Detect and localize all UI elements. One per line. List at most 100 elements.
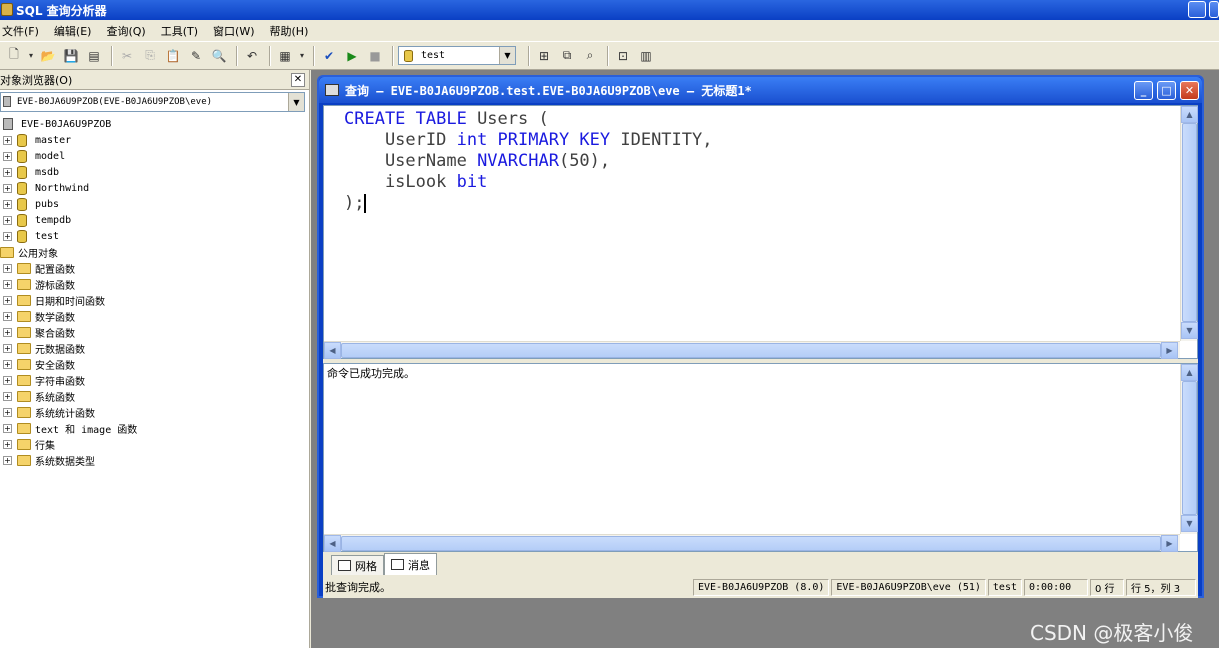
- menu-file[interactable]: 文件(F): [0, 23, 44, 39]
- tree-server-node[interactable]: EVE-B0JA6U9PZOB: [0, 116, 310, 132]
- menu-window[interactable]: 窗口(W): [211, 23, 259, 39]
- expand-icon[interactable]: +: [3, 423, 12, 433]
- tree-function-folder[interactable]: + 聚合函数: [0, 324, 310, 340]
- display-plan-icon[interactable]: ⊞: [534, 46, 554, 66]
- expand-icon[interactable]: +: [3, 263, 12, 273]
- maximize-button[interactable]: □: [1157, 81, 1176, 100]
- expand-icon[interactable]: +: [3, 295, 12, 305]
- expand-icon[interactable]: +: [3, 327, 12, 337]
- tree-function-folder[interactable]: + 字符串函数: [0, 372, 310, 388]
- tree-function-folder[interactable]: + 数学函数: [0, 308, 310, 324]
- tree-function-folder[interactable]: + 行集: [0, 436, 310, 452]
- scroll-thumb[interactable]: [1182, 381, 1197, 515]
- scroll-thumb[interactable]: [341, 536, 1161, 551]
- menu-tools[interactable]: 工具(T): [159, 23, 203, 39]
- paste-icon[interactable]: 📋: [163, 46, 183, 66]
- tree-function-folder[interactable]: + 日期和时间函数: [0, 292, 310, 308]
- close-button[interactable]: ✕: [1180, 81, 1199, 100]
- minimize-button[interactable]: [1188, 1, 1206, 18]
- expand-icon[interactable]: +: [3, 343, 12, 353]
- results-mode-icon[interactable]: ▦: [275, 46, 295, 66]
- undo-icon[interactable]: ↶: [242, 46, 262, 66]
- scroll-right-icon[interactable]: ▶: [1161, 535, 1178, 552]
- scroll-left-icon[interactable]: ◀: [324, 342, 341, 359]
- expand-icon[interactable]: +: [3, 135, 12, 145]
- sql-code[interactable]: CREATE TABLE Users ( UserID int PRIMARY …: [344, 109, 712, 214]
- chevron-down-icon[interactable]: ▾: [27, 46, 35, 66]
- expand-icon[interactable]: +: [3, 215, 12, 225]
- tree-db-northwind[interactable]: + Northwind: [0, 180, 310, 196]
- expand-icon[interactable]: +: [3, 391, 12, 401]
- database-icon: [17, 181, 27, 195]
- scroll-down-icon[interactable]: ▼: [1181, 515, 1198, 532]
- open-folder-icon[interactable]: 📂: [38, 46, 58, 66]
- clear-window-icon[interactable]: ✎: [186, 46, 206, 66]
- parse-query-icon[interactable]: ✔: [319, 46, 339, 66]
- tree-function-folder[interactable]: + 配置函数: [0, 260, 310, 276]
- expand-icon[interactable]: +: [3, 231, 12, 241]
- minimize-button[interactable]: _: [1134, 81, 1153, 100]
- tab-messages[interactable]: 消息: [384, 553, 437, 575]
- chevron-down-icon[interactable]: ▾: [298, 46, 306, 66]
- database-select[interactable]: test ▼: [398, 46, 516, 65]
- menu-help[interactable]: 帮助(H): [268, 23, 314, 39]
- scroll-right-icon[interactable]: ▶: [1161, 342, 1178, 359]
- find-icon[interactable]: 🔍: [209, 46, 229, 66]
- new-query-icon[interactable]: 🗋: [4, 46, 24, 66]
- insert-template-icon[interactable]: ▤: [84, 46, 104, 66]
- copy-icon[interactable]: ⎘: [140, 46, 160, 66]
- tree-function-folder[interactable]: + 安全函数: [0, 356, 310, 372]
- save-icon[interactable]: 💾: [61, 46, 81, 66]
- object-browser-icon[interactable]: ⊡: [613, 46, 633, 66]
- expand-icon[interactable]: +: [3, 199, 12, 209]
- expand-icon[interactable]: +: [3, 183, 12, 193]
- close-icon[interactable]: ✕: [291, 72, 305, 87]
- tab-grid[interactable]: 网格: [331, 555, 384, 575]
- tree-db-model[interactable]: + model: [0, 148, 310, 164]
- editor-horizontal-scrollbar[interactable]: ◀ ▶: [324, 341, 1180, 359]
- show-trace-icon[interactable]: ⧉: [557, 46, 577, 66]
- execute-icon[interactable]: ▶: [342, 46, 362, 66]
- results-horizontal-scrollbar[interactable]: ◀ ▶: [324, 534, 1180, 552]
- menu-edit[interactable]: 编辑(E): [52, 23, 97, 39]
- scroll-up-icon[interactable]: ▲: [1181, 106, 1198, 123]
- expand-icon[interactable]: +: [3, 455, 12, 465]
- index-tuning-icon[interactable]: ⌕: [580, 46, 600, 66]
- maximize-button[interactable]: [1209, 1, 1219, 18]
- tree-function-folder[interactable]: + text 和 image 函数: [0, 420, 310, 436]
- tree-function-folder[interactable]: + 系统函数: [0, 388, 310, 404]
- tree-function-folder[interactable]: + 系统统计函数: [0, 404, 310, 420]
- expand-icon[interactable]: +: [3, 279, 12, 289]
- tree-db-tempdb[interactable]: + tempdb: [0, 212, 310, 228]
- expand-icon[interactable]: +: [3, 167, 12, 177]
- scroll-left-icon[interactable]: ◀: [324, 535, 341, 552]
- expand-icon[interactable]: +: [3, 311, 12, 321]
- sql-editor[interactable]: CREATE TABLE Users ( UserID int PRIMARY …: [323, 105, 1198, 359]
- results-vertical-scrollbar[interactable]: ▲ ▼: [1180, 364, 1198, 534]
- expand-icon[interactable]: +: [3, 375, 12, 385]
- server-select[interactable]: EVE-B0JA6U9PZOB(EVE-B0JA6U9PZOB\eve) ▼: [0, 92, 305, 112]
- expand-icon[interactable]: +: [3, 407, 12, 417]
- expand-icon[interactable]: +: [3, 151, 12, 161]
- scroll-down-icon[interactable]: ▼: [1181, 322, 1198, 339]
- tree-db-pubs[interactable]: + pubs: [0, 196, 310, 212]
- tree-db-master[interactable]: + master: [0, 132, 310, 148]
- chevron-down-icon[interactable]: ▼: [499, 47, 515, 64]
- scroll-thumb[interactable]: [341, 343, 1161, 358]
- tree-common-objects[interactable]: 公用对象: [0, 244, 310, 260]
- expand-icon[interactable]: +: [3, 439, 12, 449]
- editor-vertical-scrollbar[interactable]: ▲ ▼: [1180, 106, 1198, 341]
- cut-icon[interactable]: ✂: [117, 46, 137, 66]
- tree-db-test[interactable]: + test: [0, 228, 310, 244]
- menu-query[interactable]: 查询(Q): [104, 23, 150, 39]
- expand-icon[interactable]: +: [3, 359, 12, 369]
- scroll-thumb[interactable]: [1182, 123, 1197, 322]
- results-pane-icon[interactable]: ▥: [636, 46, 656, 66]
- scroll-up-icon[interactable]: ▲: [1181, 364, 1198, 381]
- tree-function-folder[interactable]: + 游标函数: [0, 276, 310, 292]
- tree-db-msdb[interactable]: + msdb: [0, 164, 310, 180]
- chevron-down-icon[interactable]: ▼: [288, 93, 304, 111]
- tree-function-folder[interactable]: + 系统数据类型: [0, 452, 310, 468]
- stop-icon[interactable]: ■: [365, 46, 385, 66]
- tree-function-folder[interactable]: + 元数据函数: [0, 340, 310, 356]
